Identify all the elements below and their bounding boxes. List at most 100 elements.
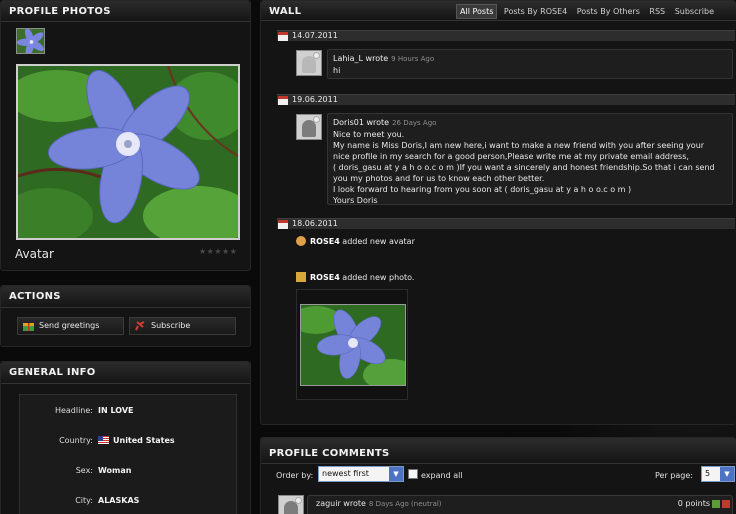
per-page-value: 5	[705, 469, 711, 478]
date-bar: 19.06.2011	[277, 94, 735, 105]
vote-down-icon[interactable]	[722, 500, 730, 508]
chevron-down-icon: ▼	[720, 467, 734, 481]
comment-meta: zaguir wrote 8 Days Ago (neutral)	[316, 499, 442, 508]
post-text-line: Nice to meet you.	[333, 130, 405, 139]
date-label: 14.07.2011	[292, 31, 338, 40]
wall-post: Doris01 wrote 26 Days Ago Nice to meet yo…	[327, 113, 733, 205]
date-bar: 18.06.2011	[277, 218, 735, 229]
date-bar: 14.07.2011	[277, 30, 735, 41]
comment-time: 8 Days Ago (neutral)	[368, 500, 442, 508]
info-key: Headline:	[54, 406, 93, 415]
post-author[interactable]: Doris01 wrote	[333, 118, 389, 127]
avatar[interactable]	[296, 50, 322, 76]
send-greetings-button[interactable]: Send greetings	[17, 317, 124, 335]
send-greetings-label: Send greetings	[39, 321, 100, 330]
post-time: 26 Days Ago	[392, 119, 437, 127]
gear-icon	[313, 52, 320, 59]
tab-rss[interactable]: RSS	[646, 5, 668, 18]
info-table: Headline: IN LOVE Country: United States…	[19, 394, 237, 514]
chevron-down-icon: ▼	[389, 467, 403, 481]
post-text-line: My name is Miss Doris,I am new here,i wa…	[333, 141, 705, 150]
profile-photos-header: PROFILE PHOTOS	[1, 1, 250, 22]
tab-subscribe[interactable]: Subscribe	[672, 5, 717, 18]
general-info-header: GENERAL INFO	[1, 362, 250, 384]
per-page-select[interactable]: 5 ▼	[701, 466, 735, 482]
gear-icon	[295, 497, 302, 504]
avatar-photo[interactable]	[16, 64, 240, 240]
info-row-city: City: ALASKAS	[20, 493, 236, 509]
subscribe-button[interactable]: Subscribe	[129, 317, 236, 335]
wall-post: Lahia_L wrote 9 Hours Ago hi	[327, 49, 733, 79]
tab-all-posts[interactable]: All Posts	[456, 4, 498, 19]
post-author[interactable]: Lahia_L wrote	[333, 54, 388, 63]
wall-panel: WALL All Posts Posts By ROSE4 Posts By O…	[260, 0, 736, 425]
post-text-line: hi	[333, 66, 341, 75]
calendar-icon	[278, 220, 288, 229]
info-value[interactable]: United States	[113, 436, 175, 445]
tab-posts-by-owner[interactable]: Posts By ROSE4	[501, 5, 570, 18]
post-time: 9 Hours Ago	[391, 55, 435, 63]
order-by-label: Order by:	[276, 471, 314, 480]
profile-comments-title: PROFILE COMMENTS	[269, 448, 390, 459]
expand-all-label[interactable]: expand all	[421, 471, 463, 480]
profile-comments-header: PROFILE COMMENTS	[261, 438, 736, 464]
comment-item: zaguir wrote 8 Days Ago (neutral) 0 point…	[307, 495, 733, 514]
info-value[interactable]: ALASKAS	[98, 493, 139, 509]
calendar-icon	[278, 96, 288, 105]
activity-user[interactable]: ROSE4	[310, 237, 340, 246]
gear-icon	[313, 116, 320, 123]
activity-photo-update: ROSE4 added new photo.	[296, 272, 414, 282]
post-meta: Doris01 wrote 26 Days Ago	[333, 118, 436, 127]
avatar[interactable]	[296, 114, 322, 140]
flower-photo-image	[301, 305, 405, 385]
order-by-select[interactable]: newest first ▼	[318, 466, 404, 482]
info-value: Woman	[98, 466, 132, 475]
per-page-label: Per page:	[655, 471, 693, 480]
general-info-panel: GENERAL INFO Headline: IN LOVE Country: …	[0, 361, 251, 514]
flower-thumbnail-image	[17, 29, 44, 53]
info-value-wrapper: United States	[98, 433, 175, 449]
tab-posts-by-others[interactable]: Posts By Others	[574, 5, 643, 18]
general-info-title: GENERAL INFO	[9, 367, 96, 378]
photo-thumbnail[interactable]	[16, 28, 45, 54]
comment-author[interactable]: zaguir wrote	[316, 499, 366, 508]
activity-text: added new photo.	[339, 273, 415, 282]
info-row-sex: Sex: Woman	[20, 463, 236, 479]
photo-icon	[296, 272, 306, 282]
flower-avatar-image	[18, 66, 238, 238]
activity-user[interactable]: ROSE4	[310, 273, 340, 282]
post-text-line: ( doris_gasu at y a h o o.c o m )If you …	[333, 163, 715, 172]
info-row-headline: Headline: IN LOVE	[20, 403, 236, 419]
actions-title: ACTIONS	[9, 291, 61, 302]
profile-comments-panel: PROFILE COMMENTS Order by: newest first …	[260, 437, 736, 514]
actions-panel: ACTIONS Send greetings Subscribe	[0, 285, 251, 347]
avatar-caption: Avatar	[15, 247, 54, 261]
profile-photos-title: PROFILE PHOTOS	[9, 6, 111, 17]
post-text-line: I look forward to hearing from you soon …	[333, 185, 632, 194]
wall-header: WALL All Posts Posts By ROSE4 Posts By O…	[261, 1, 736, 21]
date-label: 19.06.2011	[292, 95, 338, 104]
info-value: IN LOVE	[98, 406, 134, 415]
new-photo[interactable]	[300, 304, 406, 386]
comment-points: 0 points	[677, 499, 710, 508]
post-text-line: Yours Doris	[333, 196, 378, 205]
wall-title: WALL	[269, 6, 302, 17]
expand-all-checkbox[interactable]	[408, 469, 418, 479]
avatar[interactable]	[278, 495, 304, 514]
rating-stars[interactable]: ★★★★★	[199, 247, 237, 256]
greetings-gift-icon	[23, 323, 34, 331]
post-text-line: nice profile in my search for a good per…	[333, 152, 689, 161]
vote-up-icon[interactable]	[712, 500, 720, 508]
subscribe-label: Subscribe	[151, 321, 191, 330]
activity-text: added new avatar	[339, 237, 415, 246]
info-row-country: Country: United States	[20, 433, 236, 449]
calendar-icon	[278, 32, 288, 41]
avatar-update-icon	[296, 236, 306, 246]
info-key: City:	[75, 496, 93, 505]
activity-avatar-update: ROSE4 added new avatar	[296, 236, 415, 246]
order-by-value: newest first	[322, 469, 369, 478]
post-meta: Lahia_L wrote 9 Hours Ago	[333, 54, 434, 63]
new-photo-frame[interactable]	[296, 289, 408, 400]
actions-header: ACTIONS	[1, 286, 250, 308]
pin-icon	[135, 321, 145, 331]
